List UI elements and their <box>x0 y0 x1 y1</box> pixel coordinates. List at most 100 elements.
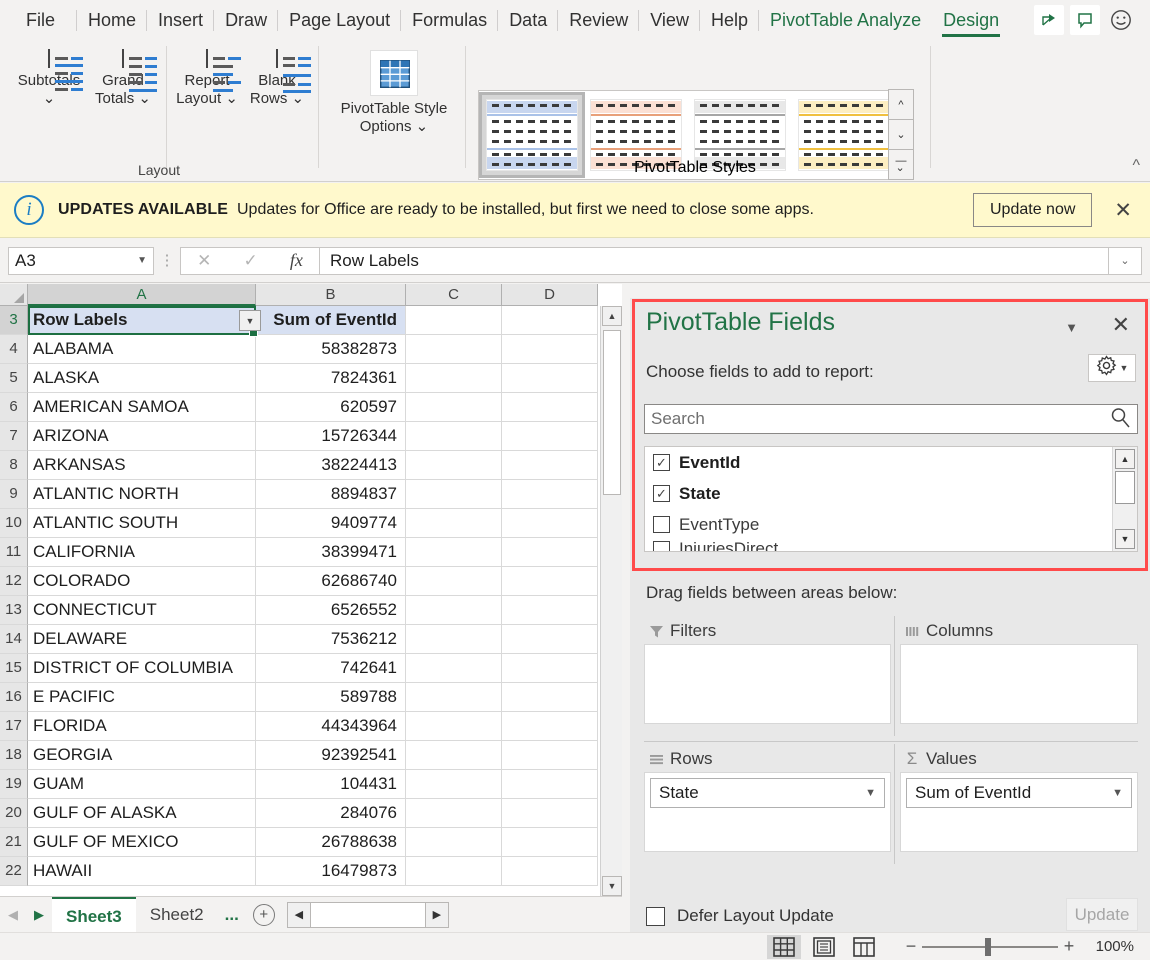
cell-D14[interactable] <box>502 625 598 654</box>
comment-icon[interactable] <box>1070 5 1100 35</box>
cell-D17[interactable] <box>502 712 598 741</box>
field-checkbox-injuriesdirect[interactable] <box>653 541 670 553</box>
hscroll-track[interactable] <box>311 902 425 928</box>
share-icon[interactable] <box>1034 5 1064 35</box>
cell-D15[interactable] <box>502 654 598 683</box>
pivot-panel-menu-chevron-down-icon[interactable]: ▼ <box>1065 320 1078 335</box>
insert-function-icon[interactable]: fx <box>290 250 303 271</box>
defer-layout-update-checkbox[interactable] <box>646 907 665 926</box>
field-list-scroll-thumb[interactable] <box>1115 471 1135 504</box>
row-header[interactable]: 13 <box>0 596 28 625</box>
area-values[interactable]: Σ Values Sum of EventId ▼ <box>900 746 1138 852</box>
cell-D16[interactable] <box>502 683 598 712</box>
cell-C11[interactable] <box>406 538 502 567</box>
name-box[interactable]: A3 ▼ <box>8 247 154 275</box>
cell-C18[interactable] <box>406 741 502 770</box>
cancel-icon[interactable]: ✕ <box>197 251 211 271</box>
formula-input[interactable]: Row Labels <box>320 247 1109 275</box>
blank-rows-button[interactable]: BlankRows ⌄ <box>240 50 314 108</box>
row-labels-filter-button[interactable]: ▼ <box>239 310 261 331</box>
field-list-scrollbar[interactable]: ▲ ▼ <box>1112 447 1137 551</box>
zoom-in-button[interactable]: + <box>1058 936 1080 957</box>
pivottable-style-options-button[interactable]: PivotTable StyleOptions ⌄ <box>339 50 449 136</box>
cell-C17[interactable] <box>406 712 502 741</box>
cell-D19[interactable] <box>502 770 598 799</box>
cell-B14[interactable]: 7536212 <box>256 625 406 654</box>
tab-home[interactable]: Home <box>77 1 147 39</box>
cell-C22[interactable] <box>406 857 502 886</box>
cell-A4[interactable]: ALABAMA <box>28 335 256 364</box>
cell-D9[interactable] <box>502 480 598 509</box>
column-header-c[interactable]: C <box>406 284 502 306</box>
sheet-nav-next-icon[interactable]: ▶ <box>26 907 52 923</box>
zoom-slider-thumb[interactable] <box>985 938 991 956</box>
pivot-panel-close-icon[interactable]: ✕ <box>1112 312 1130 338</box>
normal-view-icon[interactable] <box>767 935 801 959</box>
report-layout-button[interactable]: ReportLayout ⌄ <box>170 50 244 108</box>
field-checkbox-eventid[interactable]: ✓ <box>653 454 670 471</box>
cell-D7[interactable] <box>502 422 598 451</box>
cell-C21[interactable] <box>406 828 502 857</box>
tab-pivottable-analyze[interactable]: PivotTable Analyze <box>759 1 932 39</box>
scroll-thumb[interactable] <box>603 330 621 495</box>
cell-A8[interactable]: ARKANSAS <box>28 451 256 480</box>
column-header-d[interactable]: D <box>502 284 598 306</box>
cell-C6[interactable] <box>406 393 502 422</box>
area-values-dropzone[interactable]: Sum of EventId ▼ <box>900 772 1138 852</box>
cell-D22[interactable] <box>502 857 598 886</box>
column-header-a[interactable]: A <box>28 284 256 306</box>
field-list[interactable]: ✓ EventId ✓ State EventType InjuriesDire… <box>644 446 1138 552</box>
cell-B6[interactable]: 620597 <box>256 393 406 422</box>
row-header[interactable]: 16 <box>0 683 28 712</box>
defer-layout-update-row[interactable]: Defer Layout Update <box>646 906 834 926</box>
cell-A18[interactable]: GEORGIA <box>28 741 256 770</box>
cell-A21[interactable]: GULF OF MEXICO <box>28 828 256 857</box>
add-sheet-icon[interactable]: + <box>253 904 275 926</box>
cell-B18[interactable]: 92392541 <box>256 741 406 770</box>
cell-C5[interactable] <box>406 364 502 393</box>
zoom-slider-track[interactable] <box>922 946 1058 948</box>
cell-B7[interactable]: 15726344 <box>256 422 406 451</box>
cell-D4[interactable] <box>502 335 598 364</box>
name-box-chevron-down-icon[interactable]: ▼ <box>137 255 147 266</box>
sheet-overflow-icon[interactable]: ... <box>218 905 246 925</box>
subtotals-button[interactable]: Subtotals⌄ <box>12 50 86 108</box>
cell-D10[interactable] <box>502 509 598 538</box>
field-item-state[interactable]: ✓ State <box>645 478 1137 509</box>
cell-B21[interactable]: 26788638 <box>256 828 406 857</box>
cell-D18[interactable] <box>502 741 598 770</box>
cell-B10[interactable]: 9409774 <box>256 509 406 538</box>
row-header[interactable]: 11 <box>0 538 28 567</box>
tab-data[interactable]: Data <box>498 1 558 39</box>
cell-B3[interactable]: Sum of EventId <box>256 306 406 335</box>
cell-C8[interactable] <box>406 451 502 480</box>
field-chip-state[interactable]: State ▼ <box>650 778 885 808</box>
row-header[interactable]: 10 <box>0 509 28 538</box>
cell-C9[interactable] <box>406 480 502 509</box>
field-list-scroll-down-icon[interactable]: ▼ <box>1115 529 1135 549</box>
gear-chevron-down-icon[interactable]: ▼ <box>1120 363 1129 373</box>
cell-A15[interactable]: DISTRICT OF COLUMBIA <box>28 654 256 683</box>
field-item-eventid[interactable]: ✓ EventId <box>645 447 1137 478</box>
field-search-box[interactable]: Search <box>644 404 1138 434</box>
close-notification-icon[interactable]: ✕ <box>1114 198 1132 223</box>
horizontal-scrollbar[interactable]: ◀ ▶ <box>287 902 449 928</box>
hscroll-right-icon[interactable]: ▶ <box>425 902 449 928</box>
cell-B16[interactable]: 589788 <box>256 683 406 712</box>
pivot-update-button[interactable]: Update <box>1066 898 1138 931</box>
row-header[interactable]: 19 <box>0 770 28 799</box>
field-item-eventtype[interactable]: EventType <box>645 509 1137 540</box>
page-break-preview-icon[interactable] <box>847 935 881 959</box>
select-all-corner[interactable] <box>0 284 28 306</box>
field-item-injuriesdirect[interactable]: InjuriesDirect <box>645 540 1137 552</box>
tab-help[interactable]: Help <box>700 1 759 39</box>
area-columns-dropzone[interactable] <box>900 644 1138 724</box>
cell-C3[interactable] <box>406 306 502 335</box>
hscroll-left-icon[interactable]: ◀ <box>287 902 311 928</box>
sheet-tab-sheet3[interactable]: Sheet3 <box>52 897 136 932</box>
row-header[interactable]: 15 <box>0 654 28 683</box>
row-header[interactable]: 21 <box>0 828 28 857</box>
row-header[interactable]: 20 <box>0 799 28 828</box>
column-header-b[interactable]: B <box>256 284 406 306</box>
cell-C19[interactable] <box>406 770 502 799</box>
